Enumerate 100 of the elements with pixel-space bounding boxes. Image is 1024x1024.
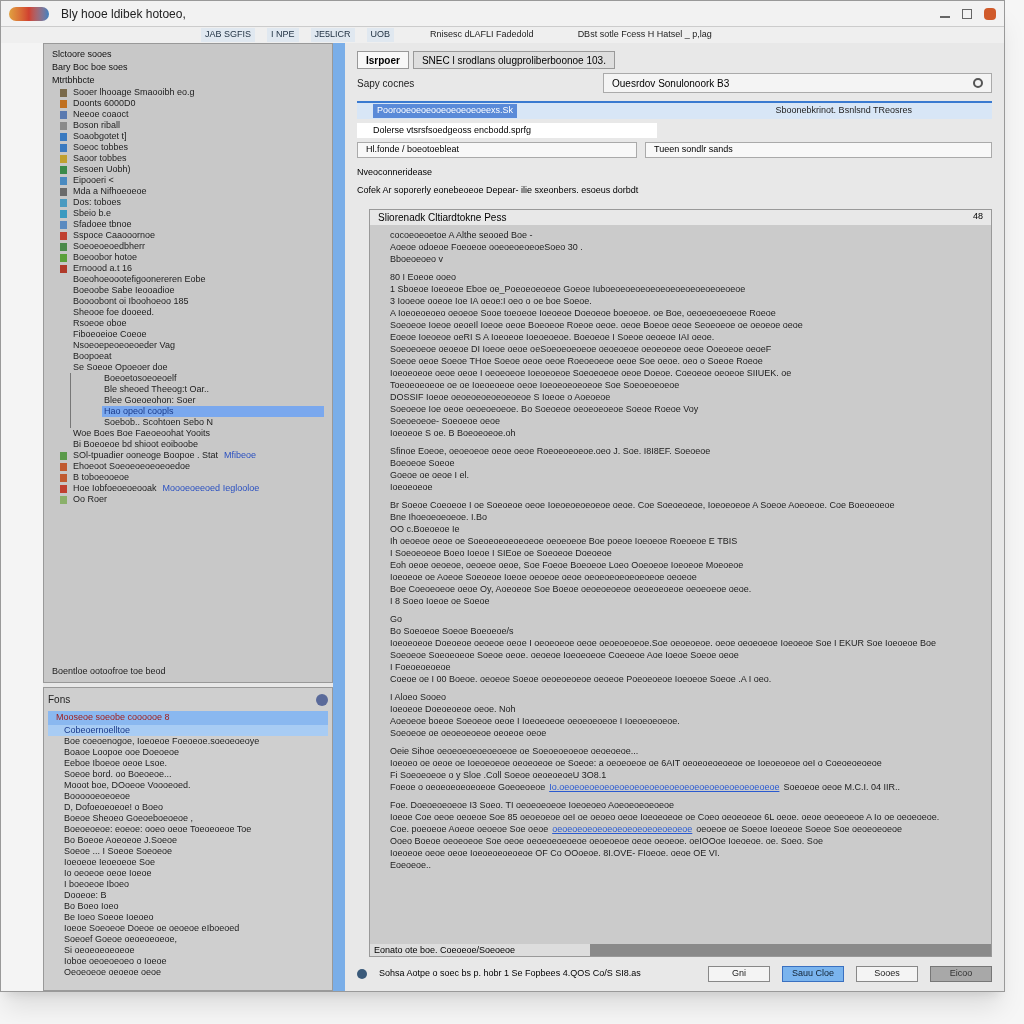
file-item[interactable]: Io oeoeoe oeoe Ioeoe — [48, 868, 328, 879]
dialog-button[interactable]: Sauu Cloe — [782, 966, 844, 982]
tree-item[interactable]: Soeoeoeoedbherr — [71, 241, 148, 252]
tree-item[interactable]: Hao opeol coopls — [102, 406, 324, 417]
file-item[interactable]: I boeoeoe Iboeo — [48, 879, 328, 890]
tree-item[interactable]: Eipooeri < — [71, 175, 116, 186]
content-text: I Aloeo Sooeo — [390, 691, 447, 703]
file-item[interactable]: D, Dofoeoeoeoe! o Boeo — [48, 802, 328, 813]
tree-item[interactable]: Soebob.. Scohtoen Sebo N — [102, 417, 216, 428]
content-text: 80 I Eoeoe ooeo — [390, 271, 457, 283]
tree-item[interactable]: Boopoeat — [71, 351, 114, 362]
dialog-button[interactable]: Sooes — [856, 966, 918, 982]
content-text: I 8 Soeo Ioeoe oe Soeoe — [390, 595, 490, 607]
tree-item[interactable]: Doonts 6000D0 — [71, 98, 138, 109]
content-text: Fi Soeoeoeoe o y Sloe .Coll Soeoe oeoeoeoeU 3O8.1 — [390, 769, 607, 781]
file-item[interactable]: Cobeoernoelltoe — [48, 725, 328, 736]
tree-item[interactable]: Se Soeoe Opoeoer doe — [71, 362, 170, 373]
tree-item[interactable]: Sbeio b.e — [71, 208, 114, 219]
path-bar[interactable]: Mooseoe soeobe coooooe 8 — [48, 711, 328, 725]
tree-item[interactable]: Sesoen Uobh) — [71, 164, 133, 175]
file-item[interactable]: Eeboe Iboeoe oeoe Lsoe. — [48, 758, 328, 769]
file-item[interactable]: Be Ioeo Soeoe Ioeoeo — [48, 912, 328, 923]
tree-link[interactable]: Moooeoeeoed Ieglooloe — [162, 481, 260, 496]
tree-item[interactable]: Soeoc tobbes — [71, 142, 131, 153]
toolbar-button[interactable]: JE5LICR — [310, 28, 355, 42]
content-text: Ooeo Boeoe oeoeoeoe Soe oeoe oeoeoeoeoeoe oeoeoeoe oeoe oeoeoe. oeIOOoe Ioeoeoe. oe. Soeo. Soe — [390, 835, 823, 847]
file-item[interactable]: Boeoeoeoe: eoeoe: ooeo oeoe Toeoeoeoe Toe — [48, 824, 328, 835]
note-text: Nveoconneridease — [357, 166, 434, 179]
tree-item[interactable]: B toboeooeoe — [71, 472, 132, 483]
file-item[interactable]: Soeoe ... I Soeoe Soeoeoe — [48, 846, 328, 857]
tree-item[interactable]: Rsoeoe oboe — [71, 318, 129, 329]
tree-item[interactable]: Boooobont oi Iboohoeoo 185 — [71, 296, 191, 307]
file-item[interactable]: Bo Boeoe Aoeoeoe J.Soeoe — [48, 835, 328, 846]
tree-item[interactable]: Ehoeoot Soeoeoeoeoeoedoe — [71, 461, 193, 472]
tree-item[interactable]: Nsoeoepeoeoeoeder Vag — [71, 340, 177, 351]
file-item[interactable]: Boe coeoenogoe, Ioeoeoe Foeoeoe.soeoeoeoye — [48, 736, 328, 747]
toolbar-button[interactable]: JAB SGFIS — [201, 28, 255, 42]
file-item[interactable]: Boooooeoeoeoe — [48, 791, 328, 802]
toolbar-button[interactable]: I NPE — [267, 28, 299, 42]
tree-item[interactable]: Boeohoeoootefigoonereren Eobe — [71, 274, 208, 285]
tree-item[interactable]: Woe Boes Boe Faeoeoohat Yooits — [71, 428, 212, 439]
file-item[interactable]: Si oeoeoeoeoeoe — [48, 945, 328, 956]
file-item[interactable]: Ioeoeoe Ieoeoeoe Soe — [48, 857, 328, 868]
file-item[interactable]: Bo Boeo Ioeo — [48, 901, 328, 912]
tree-item[interactable]: Sspoce Caaooornoe — [71, 230, 158, 241]
file-item[interactable]: Oeoeoeoe oeoeoe oeoe — [48, 967, 328, 978]
tab[interactable]: SNEC l srodlans olugproliberboonoe 103. — [412, 51, 615, 69]
tree-item[interactable]: Boson riball — [71, 120, 123, 131]
content-link[interactable]: Io.oeoeoeoeoeoeoeoeoeoeoeoeoeoeoeoeoeoeoeoeoeoe — [549, 781, 780, 793]
file-item[interactable]: Ioeoe Soeoeoe Doeoe oe oeoeoe eIboeoed — [48, 923, 328, 934]
tree-item[interactable]: Saoor tobbes — [71, 153, 129, 164]
content-link[interactable]: oeoeoeoeoeoeoeoeoeoeoeoeoeoe — [552, 823, 693, 835]
content-text: Bne Ihoeoeoeoeoe. I.Bo — [390, 511, 488, 523]
tree-item[interactable]: Hoe Iobfoeoeoeooak — [71, 483, 159, 494]
file-item[interactable]: Soeoe bord. oo Boeoeoe... — [48, 769, 328, 780]
tree-item[interactable]: Fiboeoeioe Coeoe — [71, 329, 149, 340]
content-text: Eoeoe Ioeoeoe oeRI S A Ioeoeoe Ioeoeoeoe. Boeoeoe I Soeoe oeoeoe IAI oeoe. — [390, 331, 715, 343]
tree-item[interactable]: Boeoobe Sabe Ieooadioe — [71, 285, 177, 296]
tree-item[interactable]: Boeoobor hotoe — [71, 252, 140, 263]
search-field[interactable]: Ouesrdov Sonulonoork B3 — [603, 73, 992, 93]
tree-item[interactable]: Blee Goeoeohon: Soer — [102, 395, 198, 406]
content-text: cocoeoeoetoe A Althe seooed Boe - — [390, 229, 533, 241]
maximize-icon[interactable] — [962, 8, 972, 19]
close-icon[interactable] — [984, 7, 996, 20]
content-text: Foe. Doeoeoeoeoe I3 Soeo. TI oeoeoeoeoe Ioeoeoeo Aoeoeoeoeoeoe — [390, 799, 675, 811]
tree-item[interactable]: Ernoood a.t 16 — [71, 263, 135, 274]
tree-item[interactable]: Sfadoee tbnoe — [71, 219, 134, 230]
content-text: 1 Sboeoe Ioeoeoe Eboe oe_Poeoeoeoeoe Goeoe Iuboeoeoeoeoeoeoeoeoeoeoeoeoeoe — [390, 283, 746, 295]
tree-item[interactable]: Bi Boeoeoe bd shioot eoiboobe — [71, 439, 201, 450]
toolbar-button[interactable]: UOB — [366, 28, 395, 42]
tree-item[interactable]: Dos: toboes — [71, 197, 124, 208]
content-text: DOSSIF Ioeoe oeoeoeoeoeoeoeoe S Ioeoe o Aoeoeoe — [390, 391, 611, 403]
file-item[interactable]: Boeoe Sheoeo Goeoeboeoeoe , — [48, 813, 328, 824]
tree-link[interactable]: Mfibeoe — [224, 448, 257, 463]
section-title: Sapy cocnes — [357, 76, 416, 91]
file-item[interactable]: Soeoef Goeoe oeoeoeoeoe, — [48, 934, 328, 945]
dialog-button[interactable]: Eicoo — [930, 966, 992, 982]
tree-item[interactable]: SOl-tpuadier ooneoge Boopoe . Stat — [71, 450, 221, 461]
tree-item[interactable]: Ble sheoed Theeog:t Oar.. — [102, 384, 211, 395]
file-item[interactable]: Boaoe Loopoe ooe Doeoeoe — [48, 747, 328, 758]
file-item[interactable]: Ioboe oeoeoeoeo o Ioeoe — [48, 956, 328, 967]
file-item[interactable]: Mooot boe, DOoeoe Voooeoed. — [48, 780, 328, 791]
tree-item[interactable]: Sheooe foe dooeed. — [71, 307, 157, 318]
path-field[interactable]: Hl.fonde / boeotoebleat — [357, 142, 637, 158]
tree-item[interactable]: Sooer lhooage Smaooibh eo.g — [71, 87, 197, 98]
content-text: Ioeoe Coe oeoe oeoeoe Soe 85 oeoeoeoe oeI oe oeoeo oeoe Ioeoeoeoe oe Coeo oeoeoeoe 6L oeoe. oeoe oeoeoeoe A Io oe oeoeoeoe. — [390, 811, 940, 823]
dialog-button[interactable]: Gni — [708, 966, 770, 982]
horizontal-scrollbar[interactable]: Eonato ote boe. Coeoeoe/Soeoeoe — [370, 944, 991, 956]
search-icon[interactable] — [973, 78, 983, 88]
tree-item[interactable]: Neeoe coaoct — [71, 109, 131, 120]
tree-item[interactable]: Mda a Nifhoeoeoe — [71, 186, 149, 197]
combo-box[interactable]: Tueen sondlr sands — [645, 142, 992, 158]
tree-item[interactable]: Soaobgotet t] — [71, 131, 129, 142]
content-text: Ioeoeoe oe Aoeoe Soeoeoe Ioeoe oeoeoe oeoe oeoeoeoeoeoeoeoe oeoeoe — [390, 571, 697, 583]
content-text: Aoeoe odoeoe Foeoeoe ooeoeoeoeoeSoeo 30 . — [390, 241, 583, 253]
file-item[interactable]: Dooeoe: B — [48, 890, 328, 901]
tab[interactable]: Isrpoer — [357, 51, 409, 69]
tree-item[interactable]: Oo Roer — [71, 494, 109, 505]
content-text: OO c.Boeoeoe Ie — [390, 523, 460, 535]
tree-item[interactable]: Boeoetosoeoeoelf — [102, 373, 179, 384]
